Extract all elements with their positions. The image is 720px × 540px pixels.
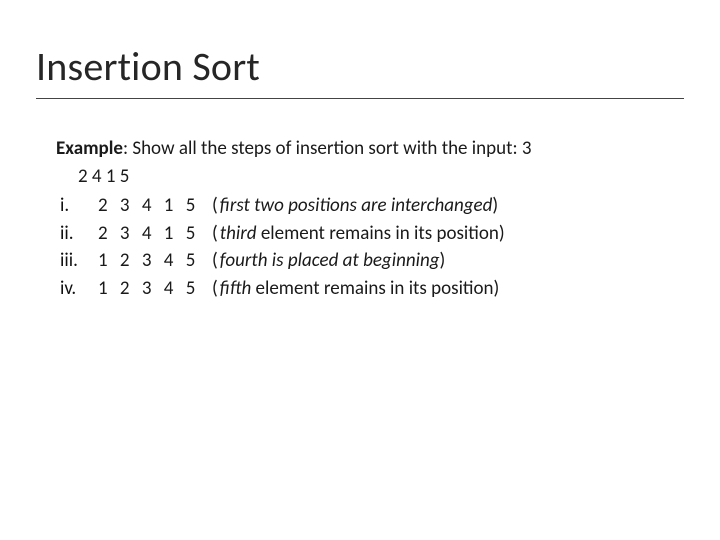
step-note-head: fifth xyxy=(220,277,251,300)
paren-close: ) xyxy=(494,277,500,300)
paren-open: ( xyxy=(212,222,220,245)
example-label: Example xyxy=(56,137,123,160)
paren-open: ( xyxy=(212,277,220,300)
step-row: i. 2 3 4 1 5 (first two positions are in… xyxy=(56,192,676,220)
step-number: i. xyxy=(56,192,98,220)
step-note: (fifth element remains in its position) xyxy=(212,275,499,303)
step-note-text: fourth is placed at beginning xyxy=(220,249,440,272)
step-number: iv. xyxy=(56,275,98,303)
step-sequence: 1 2 3 4 5 xyxy=(98,247,212,275)
steps-list: i. 2 3 4 1 5 (first two positions are in… xyxy=(56,192,676,302)
step-note: (fourth is placed at beginning) xyxy=(212,247,445,275)
paren-close: ) xyxy=(440,249,446,272)
step-note-text: first two positions are interchanged xyxy=(220,194,493,217)
step-note: (first two positions are interchanged) xyxy=(212,192,498,220)
paren-close: ) xyxy=(499,222,505,245)
step-number: ii. xyxy=(56,220,98,248)
step-note-head: third xyxy=(220,222,257,245)
step-sequence: 2 3 4 1 5 xyxy=(98,192,212,220)
paren-open: ( xyxy=(212,249,220,272)
step-row: iv. 1 2 3 4 5 (fifth element remains in … xyxy=(56,275,676,303)
input-continuation: 2 4 1 5 xyxy=(56,163,676,191)
step-sequence: 1 2 3 4 5 xyxy=(98,275,212,303)
paren-open: ( xyxy=(212,194,220,217)
title-underline xyxy=(36,98,684,99)
slide: Insertion Sort Example: Show all the ste… xyxy=(0,0,720,540)
step-row: iii. 1 2 3 4 5 (fourth is placed at begi… xyxy=(56,247,676,275)
example-line: Example: Show all the steps of insertion… xyxy=(56,135,676,163)
step-number: iii. xyxy=(56,247,98,275)
step-note-tail: element remains in its position xyxy=(257,222,499,245)
slide-title: Insertion Sort xyxy=(36,42,260,91)
example-prompt: : Show all the steps of insertion sort w… xyxy=(123,137,532,160)
slide-body: Example: Show all the steps of insertion… xyxy=(56,135,676,302)
step-note-tail: element remains in its position xyxy=(251,277,493,300)
step-row: ii. 2 3 4 1 5 (third element remains in … xyxy=(56,220,676,248)
step-sequence: 2 3 4 1 5 xyxy=(98,220,212,248)
paren-close: ) xyxy=(492,194,498,217)
step-note: (third element remains in its position) xyxy=(212,220,505,248)
